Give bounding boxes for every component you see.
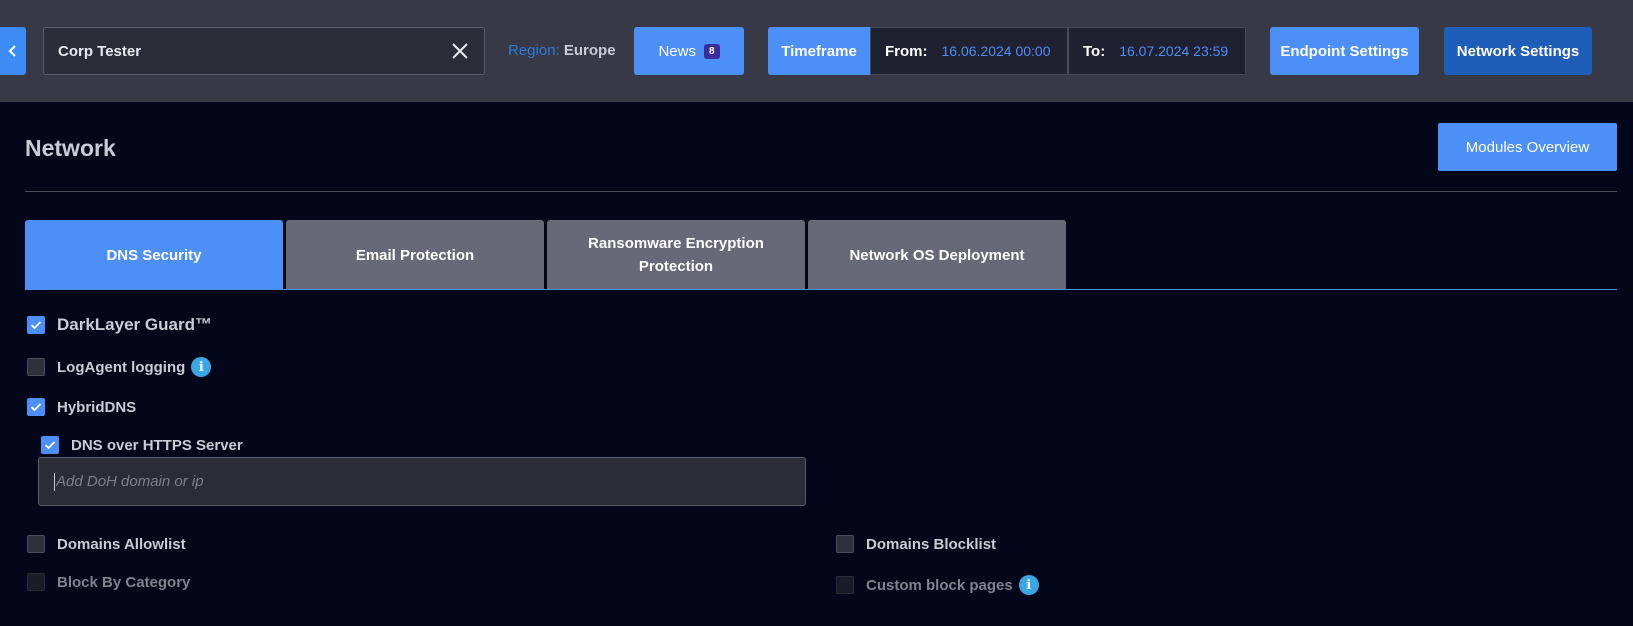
modules-overview-button[interactable]: Modules Overview (1438, 123, 1617, 171)
doh-domain-field[interactable] (38, 457, 806, 506)
custom-block-pages-option[interactable]: Custom block pages i (836, 575, 1039, 595)
info-icon[interactable]: i (1018, 575, 1039, 595)
doh-domain-input[interactable] (56, 473, 790, 490)
tab-ransomware-encryption-protection[interactable]: Ransomware Encryption Protection (547, 220, 805, 290)
to-label: To: (1083, 42, 1106, 60)
company-search-input[interactable] (58, 42, 450, 60)
domains-blocklist-checkbox[interactable] (836, 535, 854, 553)
collapse-sidebar-button[interactable] (0, 27, 26, 75)
darklayer-guard-label: DarkLayer Guard™ (57, 315, 212, 334)
text-caret (54, 472, 55, 491)
check-icon (30, 403, 42, 412)
check-icon (44, 441, 56, 450)
check-icon (30, 321, 42, 330)
block-by-category-label: Block By Category (57, 573, 191, 591)
module-tabs: DNS Security Email Protection Ransomware… (25, 220, 1066, 290)
tab-email-protection[interactable]: Email Protection (286, 220, 544, 290)
chevron-left-icon (8, 45, 16, 57)
domains-allowlist-option[interactable]: Domains Allowlist (27, 535, 186, 553)
hybriddns-checkbox[interactable] (27, 398, 45, 416)
close-icon[interactable] (450, 41, 470, 61)
timeframe-selector: Timeframe From: 16.06.2024 00:00 To: 16.… (768, 27, 1246, 75)
logagent-logging-label: LogAgent logging (57, 358, 186, 376)
custom-block-pages-label: Custom block pages (866, 576, 1013, 594)
news-label: News (658, 42, 696, 60)
news-count-badge: 8 (703, 43, 720, 59)
info-icon[interactable]: i (191, 357, 212, 377)
timeframe-button[interactable]: Timeframe (768, 27, 870, 75)
doh-server-checkbox[interactable] (41, 436, 59, 454)
region-label: Region: (508, 42, 560, 59)
from-label: From: (885, 42, 928, 60)
top-bar: Region: Europe News 8 Timeframe From: 16… (0, 0, 1633, 102)
news-button[interactable]: News 8 (634, 27, 744, 75)
domains-blocklist-option[interactable]: Domains Blocklist (836, 535, 996, 553)
from-value: 16.06.2024 00:00 (941, 43, 1051, 59)
hybriddns-label: HybridDNS (57, 398, 137, 416)
hybriddns-option[interactable]: HybridDNS (27, 398, 136, 416)
domains-allowlist-label: Domains Allowlist (57, 535, 186, 553)
logagent-logging-option[interactable]: LogAgent logging i (27, 357, 212, 377)
tab-underline (25, 289, 1617, 290)
region-value: Europe (563, 42, 616, 59)
darklayer-guard-checkbox[interactable] (27, 316, 45, 334)
custom-block-pages-checkbox[interactable] (836, 576, 854, 594)
timeframe-to-field[interactable]: To: 16.07.2024 23:59 (1068, 27, 1246, 75)
region-display: Region: Europe (508, 42, 616, 59)
tab-dns-security[interactable]: DNS Security (25, 220, 283, 290)
endpoint-settings-button[interactable]: Endpoint Settings (1270, 27, 1419, 75)
domains-blocklist-label: Domains Blocklist (866, 535, 997, 553)
header-divider (25, 191, 1617, 192)
logagent-logging-checkbox[interactable] (27, 358, 45, 376)
darklayer-guard-option[interactable]: DarkLayer Guard™ (27, 315, 212, 335)
block-by-category-checkbox[interactable] (27, 573, 45, 591)
doh-server-label: DNS over HTTPS Server (71, 436, 243, 454)
tab-network-os-deployment[interactable]: Network OS Deployment (808, 220, 1066, 290)
to-value: 16.07.2024 23:59 (1119, 43, 1229, 59)
timeframe-from-field[interactable]: From: 16.06.2024 00:00 (870, 27, 1068, 75)
company-search-field[interactable] (43, 27, 485, 75)
block-by-category-option[interactable]: Block By Category (27, 573, 190, 591)
page-title: Network (25, 135, 116, 161)
doh-server-option[interactable]: DNS over HTTPS Server (41, 436, 243, 454)
network-settings-button[interactable]: Network Settings (1444, 27, 1592, 75)
domains-allowlist-checkbox[interactable] (27, 535, 45, 553)
